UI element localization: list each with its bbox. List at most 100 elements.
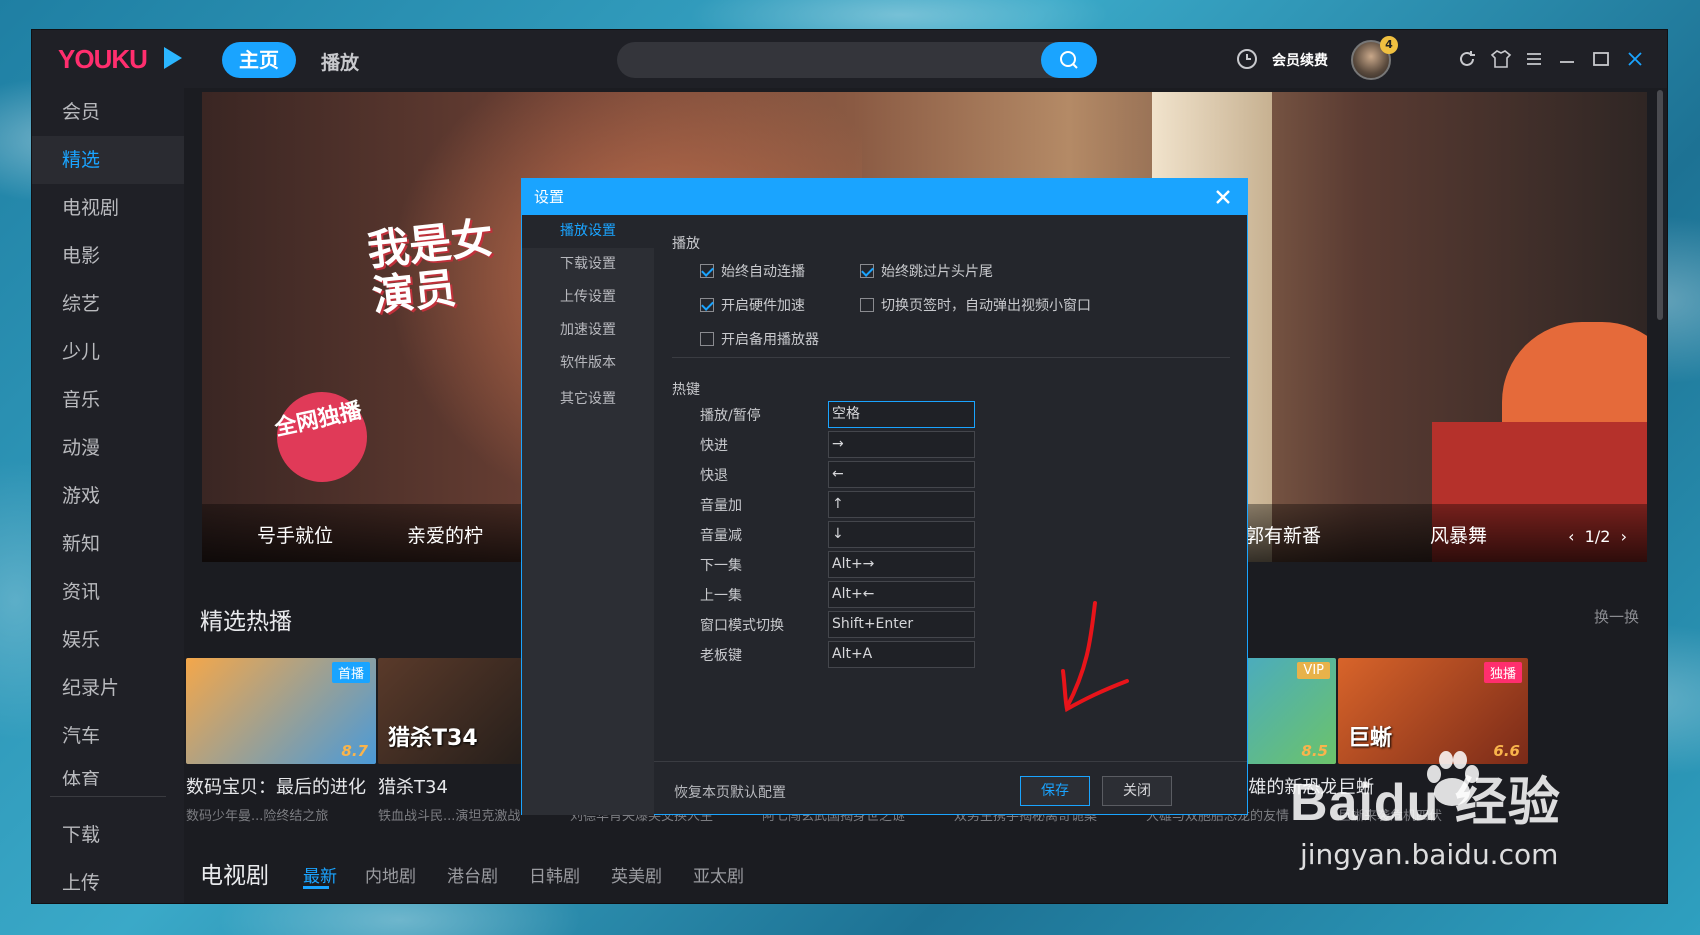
- hotkey-label: 老板键: [700, 648, 742, 664]
- video-thumbnail[interactable]: 首播 8.7: [186, 658, 376, 764]
- settings-body: 播放 始终自动连播 始终跳过片头片尾 开启硬件加速 切换页签时，自动弹出视频小窗…: [654, 215, 1247, 815]
- history-clock-icon[interactable]: [1236, 48, 1258, 70]
- dialog-close-icon[interactable]: [1213, 187, 1233, 207]
- settings-nav-download[interactable]: 下载设置: [522, 248, 654, 281]
- sidebar-item[interactable]: 动漫: [32, 424, 184, 472]
- sidebar-item[interactable]: 汽车: [32, 712, 184, 760]
- settings-nav-accelerate[interactable]: 加速设置: [522, 314, 654, 347]
- hotkey-label: 播放/暂停: [700, 408, 761, 424]
- sidebar-item[interactable]: 游戏: [32, 472, 184, 520]
- checkbox[interactable]: [700, 332, 714, 346]
- search-input[interactable]: [617, 42, 1097, 78]
- menu-icon[interactable]: [1523, 48, 1545, 70]
- sidebar-item[interactable]: 资讯: [32, 568, 184, 616]
- banner-tab[interactable]: 亲爱的柠: [407, 521, 483, 548]
- hotkey-label: 窗口模式切换: [700, 618, 784, 634]
- card-tag-badge: 独播: [1483, 662, 1522, 683]
- search-button[interactable]: [1041, 42, 1097, 78]
- pager-next-icon[interactable]: ›: [1621, 527, 1627, 546]
- watermark-url: jingyan.baidu.com: [1300, 838, 1559, 871]
- card-score: 6.6: [1493, 742, 1520, 760]
- hotkey-input[interactable]: Alt+←: [828, 581, 975, 608]
- checkbox[interactable]: [860, 298, 874, 312]
- sidebar-item[interactable]: 纪录片: [32, 664, 184, 712]
- sidebar: 会员 精选 电视剧 电影 综艺 少儿 音乐 动漫 游戏 新知 资讯 娱乐 纪录片 汽车 体育 下载 上传: [32, 88, 184, 903]
- dialog-footer: 恢复本页默认配置 保存 关闭: [654, 761, 1247, 815]
- refresh-icon[interactable]: [1456, 48, 1478, 70]
- tv-tab[interactable]: 内地剧: [365, 862, 416, 887]
- maximize-icon[interactable]: [1590, 48, 1612, 70]
- tv-tab[interactable]: 港台剧: [447, 862, 498, 887]
- checkbox[interactable]: [860, 264, 874, 278]
- option-label: 始终跳过片头片尾: [881, 264, 993, 280]
- hotkey-input[interactable]: Alt+→: [828, 551, 975, 578]
- sidebar-item[interactable]: 少儿: [32, 328, 184, 376]
- hotkey-input[interactable]: →: [828, 431, 975, 458]
- restore-defaults-link[interactable]: 恢复本页默认配置: [674, 782, 786, 802]
- sidebar-item[interactable]: 电影: [32, 232, 184, 280]
- option-skip-intro[interactable]: 始终跳过片头片尾: [860, 261, 993, 281]
- scrollbar[interactable]: [1657, 90, 1663, 320]
- save-button[interactable]: 保存: [1020, 776, 1090, 806]
- tv-tab[interactable]: 亚太剧: [693, 862, 744, 887]
- tv-tab[interactable]: 日韩剧: [529, 862, 580, 887]
- hotkey-label: 快进: [700, 438, 728, 454]
- sidebar-item[interactable]: 娱乐: [32, 616, 184, 664]
- featured-section-title: 精选热播: [200, 609, 292, 635]
- sidebar-item[interactable]: 音乐: [32, 376, 184, 424]
- minimize-icon[interactable]: [1556, 48, 1578, 70]
- nav-play-button[interactable]: 播放: [321, 48, 359, 75]
- vip-renew-link[interactable]: 会员续费: [1272, 50, 1328, 70]
- hotkey-label: 上一集: [700, 588, 742, 604]
- hotkey-input[interactable]: ←: [828, 461, 975, 488]
- close-button[interactable]: 关闭: [1102, 776, 1172, 806]
- settings-nav-play[interactable]: 播放设置: [522, 215, 654, 248]
- tv-tab[interactable]: 英美剧: [611, 862, 662, 887]
- section-divider: [672, 357, 1230, 358]
- nav-home-button[interactable]: 主页: [222, 42, 296, 78]
- checkbox[interactable]: [700, 264, 714, 278]
- sidebar-item[interactable]: 会员: [32, 88, 184, 136]
- settings-nav-other[interactable]: 其它设置: [522, 383, 654, 416]
- option-hw-accel[interactable]: 开启硬件加速: [700, 295, 805, 315]
- youku-logo[interactable]: YOUKU: [58, 44, 148, 75]
- sidebar-item[interactable]: 精选: [32, 136, 184, 184]
- tv-section-title: 电视剧: [200, 863, 269, 889]
- video-card[interactable]: 首播 8.7 数码宝贝：最后的进化数码少年曼...险终结之旅: [186, 658, 376, 824]
- banner-tab[interactable]: 风暴舞: [1430, 521, 1487, 548]
- card-subtitle: 数码少年曼...险终结之旅: [186, 809, 329, 824]
- settings-nav: 播放设置 下载设置 上传设置 加速设置 软件版本 其它设置: [522, 215, 654, 815]
- hotkey-input[interactable]: Shift+Enter: [828, 611, 975, 638]
- sidebar-bottom-item[interactable]: 下载: [32, 811, 184, 859]
- refresh-button[interactable]: 换一换: [1594, 606, 1639, 627]
- option-auto-play[interactable]: 始终自动连播: [700, 261, 805, 281]
- tv-tab-underline: [303, 886, 329, 889]
- close-window-icon[interactable]: [1624, 48, 1646, 70]
- play-group-title: 播放: [672, 236, 700, 252]
- banner-tab[interactable]: 号手就位: [257, 521, 333, 548]
- hotkey-input[interactable]: Alt+A: [828, 641, 975, 668]
- sidebar-item[interactable]: 体育: [32, 756, 184, 786]
- option-backup-player[interactable]: 开启备用播放器: [700, 329, 819, 349]
- card-tag-badge: VIP: [1297, 662, 1330, 679]
- sidebar-bottom-item[interactable]: 上传: [32, 859, 184, 903]
- thumbnail-text: 猎杀T34: [388, 726, 478, 751]
- card-title[interactable]: 数码宝贝：最后的进化: [186, 773, 376, 799]
- sidebar-item[interactable]: 新知: [32, 520, 184, 568]
- pager-prev-icon[interactable]: ‹: [1568, 527, 1574, 546]
- hotkey-input[interactable]: 空格: [828, 401, 975, 428]
- tv-tab-latest[interactable]: 最新: [303, 862, 337, 887]
- hotkey-input[interactable]: ↑: [828, 491, 975, 518]
- skin-shirt-icon[interactable]: [1490, 48, 1512, 70]
- hotkey-input[interactable]: ↓: [828, 521, 975, 548]
- dialog-title: 设置: [522, 179, 1247, 215]
- sidebar-item[interactable]: 综艺: [32, 280, 184, 328]
- checkbox[interactable]: [700, 298, 714, 312]
- settings-nav-upload[interactable]: 上传设置: [522, 281, 654, 314]
- option-mini-window[interactable]: 切换页签时，自动弹出视频小窗口: [860, 295, 1091, 315]
- card-tag-badge: 首播: [331, 662, 370, 683]
- sidebar-item[interactable]: 电视剧: [32, 184, 184, 232]
- settings-nav-version[interactable]: 软件版本: [522, 347, 654, 380]
- sidebar-divider: [50, 796, 166, 797]
- top-bar: YOUKU 主页 播放 会员续费 4: [32, 30, 1667, 88]
